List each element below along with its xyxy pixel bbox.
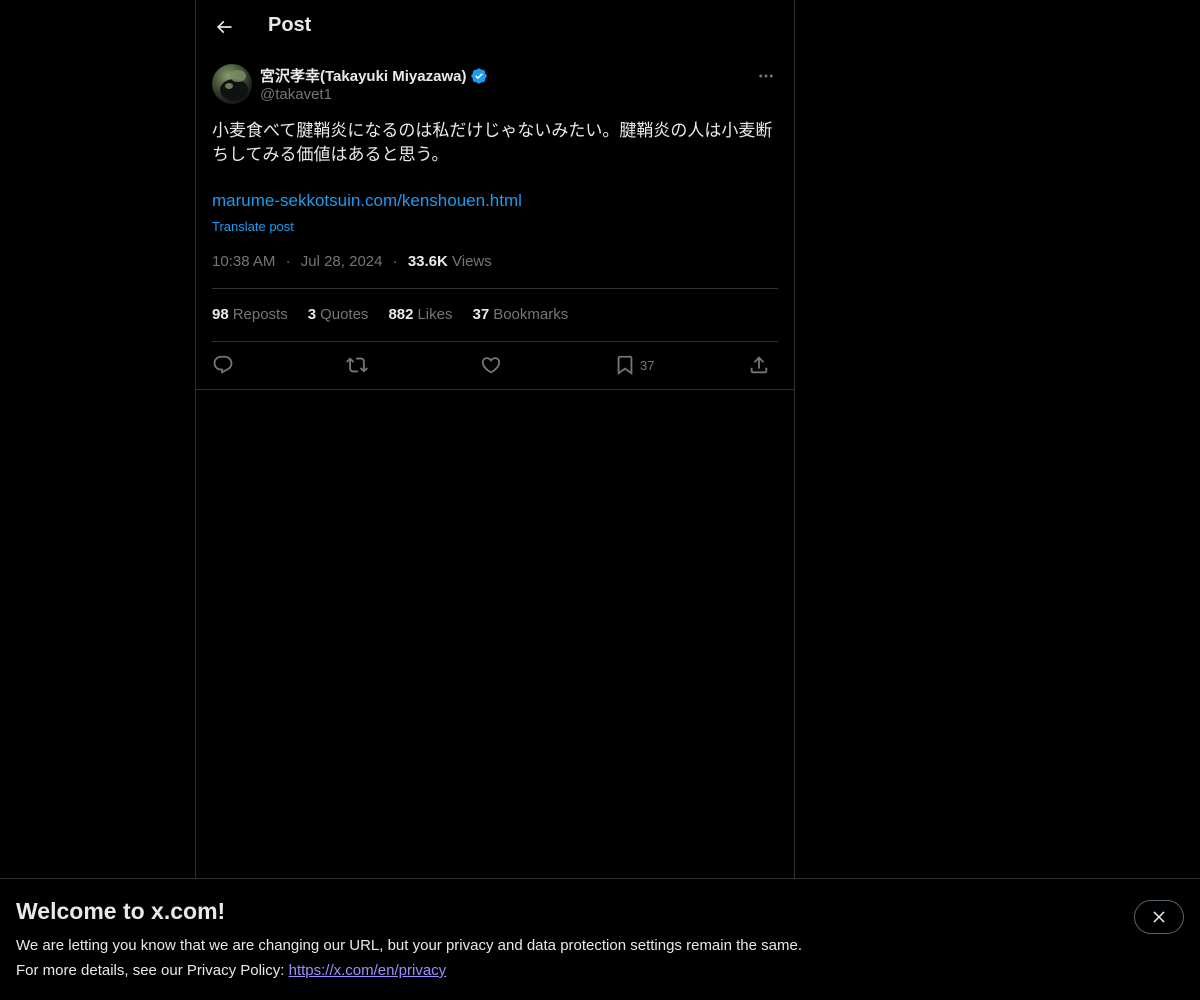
share-button[interactable] bbox=[748, 350, 770, 380]
likes-label: Likes bbox=[417, 306, 453, 323]
post-header: Post bbox=[196, 0, 794, 54]
action-bar: 37 bbox=[212, 350, 778, 380]
share-icon bbox=[750, 356, 768, 374]
back-button[interactable] bbox=[208, 11, 240, 43]
bookmark-count: 37 bbox=[640, 357, 655, 373]
meta-separator: · bbox=[392, 253, 398, 270]
page-title: Post bbox=[268, 14, 312, 36]
banner-privacy-prefix: For more details, see our Privacy Policy… bbox=[16, 962, 285, 979]
more-dots-icon bbox=[759, 74, 773, 78]
banner-title: Welcome to x.com! bbox=[16, 898, 226, 924]
post-link[interactable]: marume-sekkotsuin.com/kenshouen.html bbox=[212, 191, 522, 211]
bookmarks-stat[interactable]: 37 Bookmarks bbox=[473, 306, 569, 323]
author-handle[interactable]: @takavet1 bbox=[260, 86, 332, 103]
privacy-policy-link[interactable]: https://x.com/en/privacy bbox=[289, 962, 447, 979]
reposts-stat[interactable]: 98 Reposts bbox=[212, 306, 288, 323]
reposts-count: 98 bbox=[212, 306, 229, 323]
avatar-image-icon bbox=[220, 70, 248, 101]
quotes-label: Quotes bbox=[320, 306, 369, 323]
reply-button[interactable] bbox=[212, 350, 234, 380]
post-column: Post 宮沢孝幸(Takayuki Miyazawa) @takavet1 小… bbox=[195, 0, 795, 878]
post-date[interactable]: Jul 28, 2024 bbox=[301, 253, 383, 270]
post-meta: 10:38 AM · Jul 28, 2024 · 33.6K Views bbox=[212, 253, 492, 270]
repost-icon bbox=[346, 357, 368, 373]
avatar[interactable] bbox=[212, 64, 252, 104]
bookmark-button[interactable]: 37 bbox=[614, 350, 654, 380]
like-button[interactable] bbox=[480, 350, 502, 380]
post-time[interactable]: 10:38 AM bbox=[212, 253, 275, 270]
post-text: 小麦食べて腱鞘炎になるのは私だけじゃないみたい。腱鞘炎の人は小麦断ちしてみる価値… bbox=[212, 121, 773, 165]
verified-badge-icon bbox=[471, 67, 488, 84]
more-options-button[interactable] bbox=[754, 66, 778, 86]
bookmark-icon bbox=[617, 355, 633, 376]
welcome-banner: Welcome to x.com! We are letting you kno… bbox=[0, 878, 1200, 1000]
likes-count: 882 bbox=[388, 306, 414, 323]
meta-separator: · bbox=[285, 253, 291, 270]
post-author: 宮沢孝幸(Takayuki Miyazawa) @takavet1 bbox=[212, 64, 778, 108]
bookmarks-label: Bookmarks bbox=[493, 306, 569, 323]
divider bbox=[196, 389, 794, 390]
reposts-label: Reposts bbox=[232, 306, 288, 323]
repost-button[interactable] bbox=[346, 350, 368, 380]
quotes-count: 3 bbox=[307, 306, 317, 323]
reply-icon bbox=[213, 355, 233, 374]
bookmarks-count: 37 bbox=[472, 306, 490, 323]
banner-message: We are letting you know that we are chan… bbox=[16, 937, 802, 954]
divider bbox=[212, 288, 778, 289]
close-icon bbox=[1153, 911, 1165, 923]
quotes-stat[interactable]: 3 Quotes bbox=[308, 306, 369, 323]
banner-privacy-line: For more details, see our Privacy Policy… bbox=[16, 962, 446, 979]
author-name-text: 宮沢孝幸(Takayuki Miyazawa) bbox=[260, 68, 467, 85]
translate-post-link[interactable]: Translate post bbox=[212, 219, 294, 234]
likes-stat[interactable]: 882 Likes bbox=[388, 306, 452, 323]
divider bbox=[212, 341, 778, 342]
close-banner-button[interactable] bbox=[1134, 900, 1184, 934]
views-label: Views bbox=[452, 253, 492, 270]
views-count: 33.6K bbox=[407, 253, 448, 270]
back-arrow-icon bbox=[216, 20, 232, 34]
author-name[interactable]: 宮沢孝幸(Takayuki Miyazawa) bbox=[260, 65, 488, 86]
like-icon bbox=[481, 357, 501, 374]
post-stats: 98 Reposts 3 Quotes 882 Likes 37 Bookmarks bbox=[212, 306, 568, 323]
